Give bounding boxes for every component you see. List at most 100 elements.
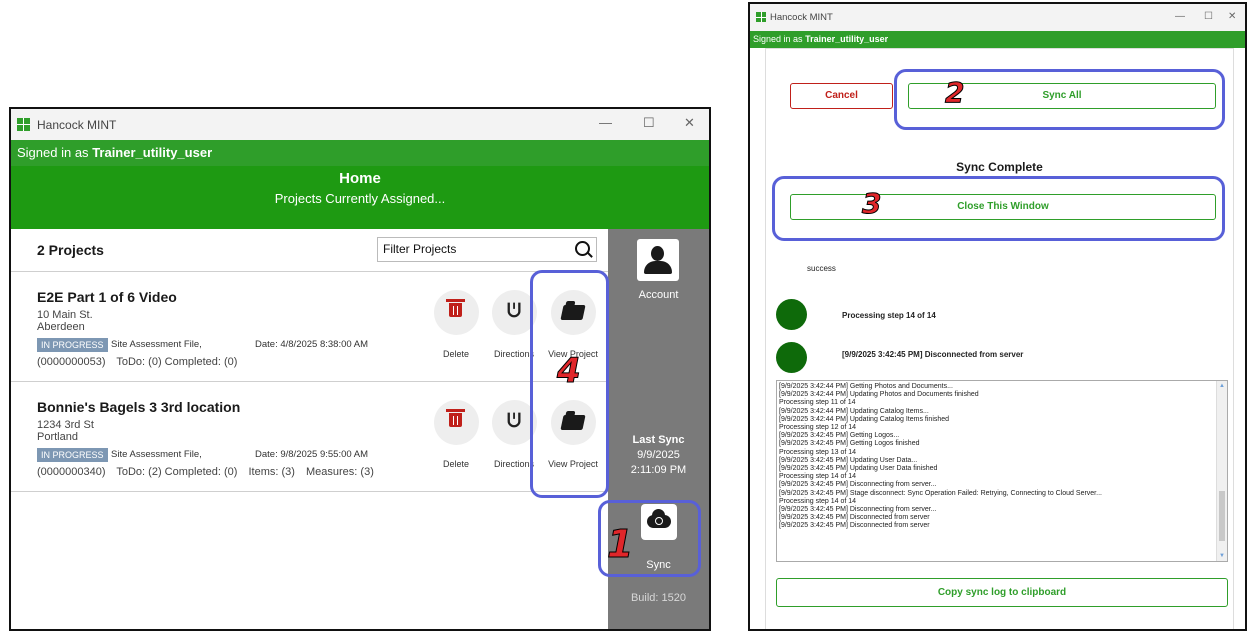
delete-circle [433, 290, 479, 335]
signed-in-prefix: Signed in as [753, 34, 803, 44]
project-date: Date: 4/8/2025 8:38:00 AM [255, 339, 369, 350]
highlight-close-window [772, 176, 1225, 241]
file-type: Site Assessment File, [111, 339, 202, 350]
log-line: [9/9/2025 3:42:45 PM] Updating User Data… [779, 456, 918, 464]
address-line-2: Aberdeen [37, 321, 85, 333]
title-bar: Hancock MINT — ☐ ✕ [11, 109, 709, 140]
project-date: Date: 9/8/2025 9:55:00 AM [255, 449, 369, 460]
status-indicator-icon [776, 342, 807, 373]
log-line: [9/9/2025 3:42:45 PM] Stage disconnect: … [779, 489, 1102, 497]
items-count: Items: (3) [248, 466, 295, 478]
log-line: [9/9/2025 3:42:45 PM] Updating User Data… [779, 465, 938, 473]
project-name: E2E Part 1 of 6 Video [37, 289, 177, 305]
current-step-text: Processing step 14 of 14 [842, 311, 936, 320]
last-sync-time: 2:11:09 PM [630, 464, 687, 476]
project-list-panel: 2 Projects Filter Projects E2E Part 1 of… [11, 229, 608, 629]
filter-placeholder: Filter Projects [383, 242, 457, 256]
log-line: [9/9/2025 3:42:45 PM] Disconnected from … [779, 522, 930, 530]
project-meta: (0000000340) ToDo: (2) Completed: (0) It… [37, 466, 382, 478]
build-number: Build: 1520 [630, 592, 687, 604]
log-line: Processing step 14 of 14 [779, 473, 857, 481]
scroll-down-icon[interactable]: ▼ [1219, 552, 1225, 560]
address-line-1: 1234 3rd St [37, 419, 94, 431]
account-label: Account [638, 289, 679, 301]
delete-circle [433, 400, 479, 445]
log-line: [9/9/2025 3:42:44 PM] Updating Photos an… [779, 391, 979, 399]
page-title: Home [339, 170, 381, 187]
sync-panel: Cancel Sync All Sync Complete Close This… [765, 48, 1234, 629]
close-button[interactable]: ✕ [684, 115, 695, 131]
window-title: Hancock MINT [770, 12, 833, 23]
copy-log-button[interactable]: Copy sync log to clipboard [776, 578, 1228, 607]
annotation-number-3: 3 [861, 187, 882, 221]
scroll-thumb[interactable] [1219, 491, 1225, 541]
delete-label: Delete [442, 459, 469, 469]
log-line: Processing step 13 of 14 [779, 448, 857, 456]
address-line-2: Portland [37, 431, 78, 443]
measures-count: Measures: (3) [306, 466, 374, 478]
user-icon-body [644, 261, 672, 274]
delete-button[interactable]: Delete [426, 400, 486, 469]
last-message-text: [9/9/2025 3:42:45 PM] Disconnected from … [842, 350, 1024, 359]
project-count: 2 Projects [37, 242, 104, 258]
log-line: [9/9/2025 3:42:44 PM] Updating Catalog I… [779, 407, 929, 415]
log-line: Processing step 14 of 14 [779, 497, 857, 505]
app-logo-icon [17, 118, 30, 131]
maximize-button[interactable]: ☐ [643, 115, 655, 131]
status-badge: IN PROGRESS [37, 338, 108, 352]
signed-in-bar: Signed in as Trainer_utility_user [11, 140, 709, 166]
last-sync-label: Last Sync [632, 434, 685, 446]
signed-in-user: Trainer_utility_user [92, 145, 213, 160]
log-line: Processing step 12 of 14 [779, 424, 857, 432]
user-icon [651, 246, 664, 261]
title-bar: Hancock MINT — ☐ ✕ [750, 4, 1245, 31]
search-icon[interactable] [575, 241, 590, 256]
minimize-button[interactable]: — [599, 115, 612, 130]
todo-count: ToDo: (2) Completed: (0) [116, 466, 238, 478]
signed-in-prefix: Signed in as [17, 145, 89, 160]
annotation-number-2: 2 [944, 76, 965, 110]
minimize-button[interactable]: — [1175, 11, 1185, 22]
project-address: 10 Main St. Aberdeen [37, 309, 93, 333]
cancel-button[interactable]: Cancel [790, 83, 893, 109]
annotation-number-1: 1 [606, 522, 634, 567]
home-header: Home Projects Currently Assigned... [11, 166, 709, 229]
address-line-1: 10 Main St. [37, 309, 93, 321]
scroll-up-icon[interactable]: ▲ [1219, 382, 1225, 390]
project-id: (0000000340) [37, 466, 106, 478]
signed-in-user: Trainer_utility_user [805, 34, 889, 44]
log-line: [9/9/2025 3:42:44 PM] Updating Catalog I… [779, 415, 950, 423]
todo-count: ToDo: (0) Completed: (0) [116, 356, 238, 368]
log-line: [9/9/2025 3:42:45 PM] Disconnected from … [779, 514, 930, 522]
account-button[interactable] [637, 239, 679, 281]
file-type: Site Assessment File, [111, 449, 202, 460]
status-badge: IN PROGRESS [37, 448, 108, 462]
project-row[interactable]: Bonnie's Bagels 3 3rd location 1234 3rd … [11, 382, 608, 492]
project-id: (0000000053) [37, 356, 106, 368]
status-indicator-icon [776, 299, 807, 330]
delete-button[interactable]: Delete [426, 290, 486, 359]
annotation-number-4: 4 [557, 351, 582, 392]
trash-icon [445, 409, 465, 427]
filter-projects-input[interactable]: Filter Projects [377, 237, 597, 262]
project-row[interactable]: E2E Part 1 of 6 Video 10 Main St. Aberde… [11, 272, 608, 382]
log-scrollbar[interactable]: ▲ ▼ [1216, 381, 1227, 561]
sync-complete-heading: Sync Complete [956, 160, 1043, 174]
project-meta: (0000000053) ToDo: (0) Completed: (0) [37, 356, 245, 368]
trash-icon [445, 299, 465, 317]
page-subtitle: Projects Currently Assigned... [274, 191, 446, 206]
maximize-button[interactable]: ☐ [1204, 11, 1213, 22]
log-line: [9/9/2025 3:42:45 PM] Disconnecting from… [779, 506, 937, 514]
close-button[interactable]: ✕ [1228, 11, 1236, 22]
highlight-sync-all [894, 69, 1225, 130]
delete-label: Delete [442, 349, 469, 359]
log-line: [9/9/2025 3:42:45 PM] Getting Logos fini… [779, 440, 920, 448]
log-line: Processing step 11 of 14 [779, 399, 856, 407]
log-line: [9/9/2025 3:42:44 PM] Getting Photos and… [779, 383, 953, 390]
window-title: Hancock MINT [37, 118, 117, 132]
sync-result-text: success [807, 264, 836, 273]
sync-log[interactable]: [9/9/2025 3:42:44 PM] Getting Photos and… [776, 380, 1228, 562]
app-logo-icon [756, 12, 766, 22]
project-name: Bonnie's Bagels 3 3rd location [37, 399, 241, 415]
project-address: 1234 3rd St Portland [37, 419, 94, 443]
